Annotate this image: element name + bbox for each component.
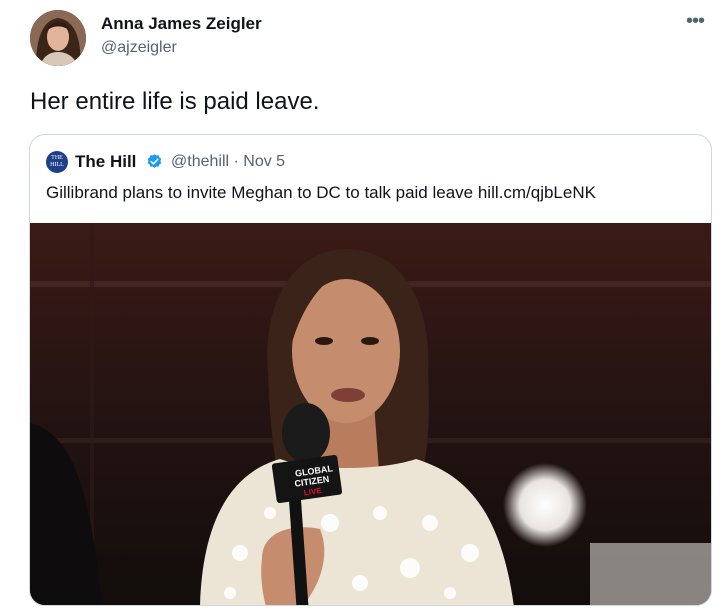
- quoted-tweet-photo[interactable]: GLOBAL CITIZEN LIVE: [30, 223, 712, 606]
- author-name[interactable]: Anna James Zeigler: [101, 14, 262, 34]
- the-hill-logo[interactable]: THE HILL: [46, 151, 68, 173]
- quoted-tweet-card[interactable]: THE HILL The Hill @thehill · Nov 5 Gilli…: [29, 134, 712, 606]
- quoted-handle-date[interactable]: @thehill · Nov 5: [171, 153, 285, 171]
- tweet-text: Her entire life is paid leave.: [30, 88, 320, 115]
- more-horizontal-icon[interactable]: •••: [686, 10, 705, 33]
- author-handle[interactable]: @ajzeigler: [101, 39, 177, 57]
- quoted-author-name[interactable]: The Hill: [75, 152, 136, 172]
- verified-badge-icon: [147, 154, 162, 168]
- quoted-tweet-text: Gillibrand plans to invite Meghan to DC …: [46, 183, 596, 202]
- logo-text: THE HILL: [50, 155, 64, 168]
- author-avatar[interactable]: [30, 10, 86, 66]
